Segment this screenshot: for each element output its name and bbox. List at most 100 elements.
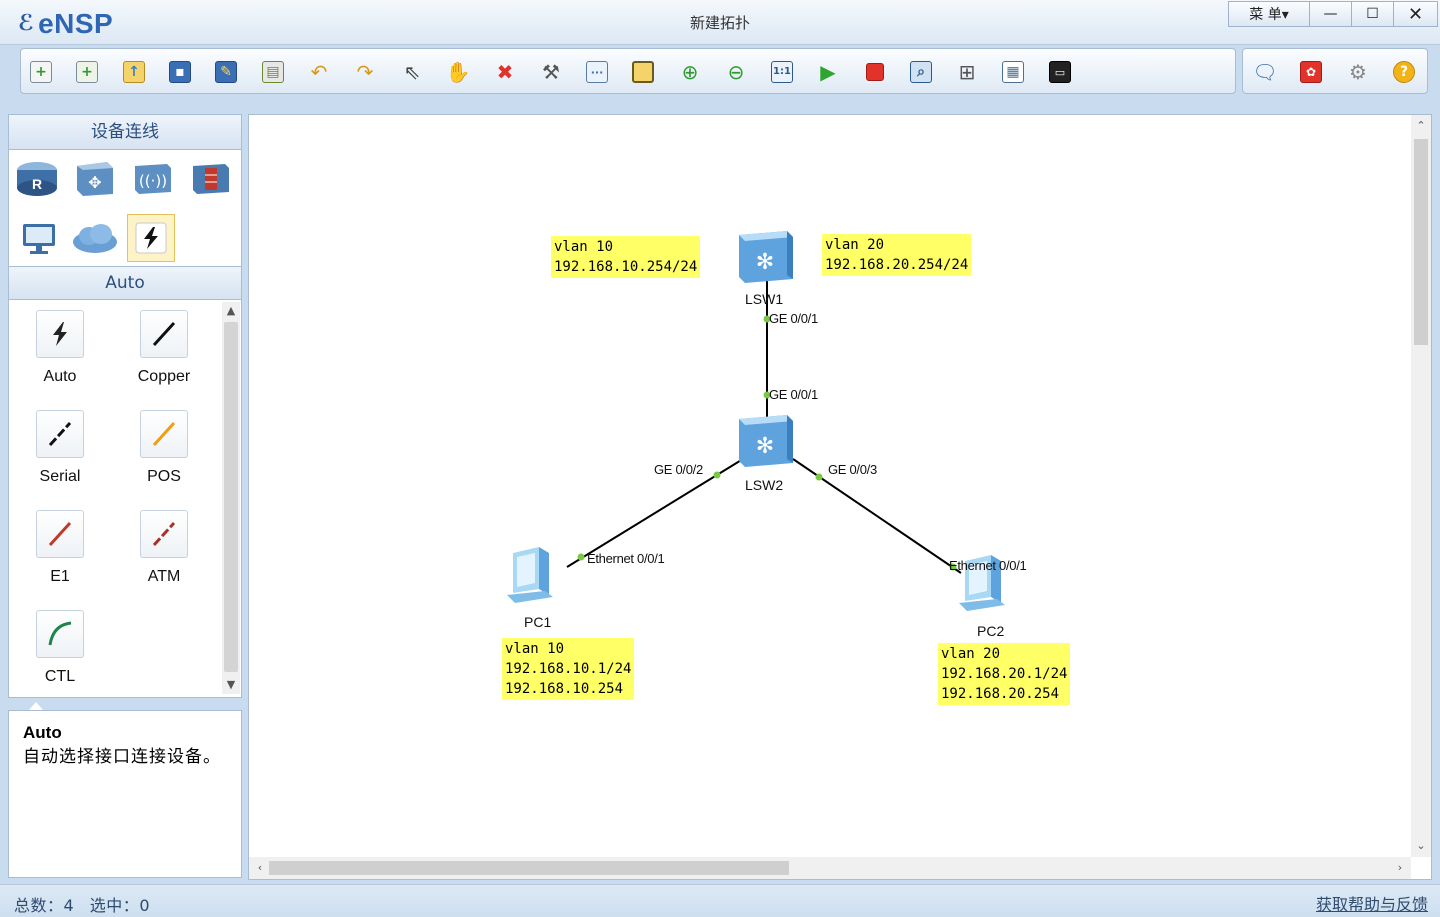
cable-item-auto[interactable]: Auto bbox=[15, 310, 105, 386]
monitor-icon bbox=[23, 224, 55, 254]
fit-view-button[interactable]: 1:1 bbox=[768, 58, 796, 86]
cable-label: Auto bbox=[43, 368, 77, 385]
pan-button[interactable]: ✋ bbox=[444, 58, 472, 86]
device-label-pc2[interactable]: PC2 bbox=[977, 623, 1004, 639]
stop-device-button[interactable] bbox=[861, 58, 889, 86]
feedback-button[interactable]: 🗨 bbox=[1251, 58, 1279, 86]
port-dot bbox=[815, 473, 823, 481]
cable-item-serial[interactable]: Serial bbox=[15, 410, 105, 486]
menu-button[interactable]: 菜 单▾ bbox=[1228, 1, 1310, 27]
hand-icon: ✋ bbox=[445, 60, 471, 84]
port-dot bbox=[577, 553, 585, 561]
e1-cable-icon bbox=[36, 510, 84, 558]
open-folder-icon: ↑ bbox=[123, 61, 145, 83]
canvas-horizontal-scrollbar[interactable]: ‹ › bbox=[249, 857, 1411, 879]
scrollbar-thumb[interactable] bbox=[269, 861, 789, 875]
note-vlan20-gateway[interactable]: vlan 20 192.168.20.254/24 bbox=[822, 234, 972, 276]
maximize-button[interactable]: ☐ bbox=[1352, 1, 1394, 27]
scroll-down-icon[interactable]: ⌄ bbox=[1412, 837, 1430, 855]
huawei-logo-icon: ✿ bbox=[1300, 61, 1322, 83]
port-label-lsw1-ge001: GE 0/0/1 bbox=[769, 311, 818, 326]
huawei-button[interactable]: ✿ bbox=[1297, 58, 1325, 86]
port-label-lsw2-ge001: GE 0/0/1 bbox=[769, 387, 818, 402]
serial-cable-icon bbox=[36, 410, 84, 458]
delete-link-button[interactable]: ⚒ bbox=[537, 58, 565, 86]
scrollbar-thumb[interactable] bbox=[224, 322, 238, 672]
device-label-lsw1[interactable]: LSW1 bbox=[745, 291, 783, 307]
note-pc1-config[interactable]: vlan 10 192.168.10.1/24 192.168.10.254 bbox=[502, 638, 635, 700]
cable-list-scrollbar[interactable]: ▲ ▼ bbox=[222, 302, 240, 694]
text-note-icon: ··· bbox=[586, 61, 608, 83]
window-title: 新建拓扑 bbox=[689, 14, 750, 32]
capture-button[interactable]: ⌕ bbox=[907, 58, 935, 86]
port-dot bbox=[713, 471, 721, 479]
atm-cable-icon bbox=[140, 510, 188, 558]
cloud-category[interactable] bbox=[71, 214, 119, 262]
cable-label: CTL bbox=[44, 668, 76, 685]
rectangle-button[interactable] bbox=[629, 58, 657, 86]
scroll-up-icon[interactable]: ⌃ bbox=[1412, 117, 1430, 135]
cable-description: Auto 自动选择接口连接设备。 bbox=[8, 710, 242, 878]
firewall-category[interactable] bbox=[187, 154, 235, 202]
device-panel-header: 设备连线 bbox=[8, 114, 242, 150]
minimize-button[interactable]: — bbox=[1310, 1, 1352, 27]
table-view-button[interactable]: ▦ bbox=[999, 58, 1027, 86]
cable-label: Serial bbox=[39, 468, 81, 485]
connection-category[interactable] bbox=[127, 214, 175, 262]
open-button[interactable]: ↑ bbox=[120, 58, 148, 86]
gear-icon: ⚙ bbox=[1349, 60, 1367, 84]
print-button[interactable]: ▤ bbox=[259, 58, 287, 86]
cable-label: ATM bbox=[147, 568, 181, 585]
close-button[interactable]: ✕ bbox=[1394, 1, 1438, 27]
total-label: 总数： bbox=[14, 896, 64, 915]
cable-item-copper[interactable]: Copper bbox=[119, 310, 209, 386]
scroll-down-icon[interactable]: ▼ bbox=[222, 676, 240, 694]
fit-view-icon: 1:1 bbox=[771, 61, 793, 83]
pc-category[interactable] bbox=[15, 214, 63, 262]
cable-item-pos[interactable]: POS bbox=[119, 410, 209, 486]
canvas-vertical-scrollbar[interactable]: ⌃ ⌄ bbox=[1411, 115, 1431, 857]
settings-button[interactable]: ⚙ bbox=[1344, 58, 1372, 86]
port-label-lsw2-ge002: GE 0/0/2 bbox=[654, 462, 703, 477]
scroll-up-icon[interactable]: ▲ bbox=[222, 302, 240, 320]
note-pc2-config[interactable]: vlan 20 192.168.20.1/24 192.168.20.254 bbox=[938, 643, 1071, 705]
delete-button[interactable]: ✖ bbox=[491, 58, 519, 86]
topology-canvas[interactable]: ✻ ✻ LSW1 LSW2 PC1 PC2 GE 0/0/1 GE 0/0/1 … bbox=[248, 114, 1432, 880]
cable-item-e1[interactable]: E1 bbox=[15, 510, 105, 586]
new-from-template-button[interactable]: + bbox=[73, 58, 101, 86]
scroll-right-icon[interactable]: › bbox=[1391, 859, 1409, 877]
stop-icon bbox=[866, 63, 884, 81]
wireless-category[interactable]: ((·)) bbox=[129, 154, 177, 202]
console-button[interactable]: ▭ bbox=[1046, 58, 1074, 86]
scroll-left-icon[interactable]: ‹ bbox=[251, 859, 269, 877]
undo-button[interactable]: ↶ bbox=[305, 58, 333, 86]
capture-icon: ⌕ bbox=[910, 61, 932, 83]
print-icon: ▤ bbox=[262, 61, 284, 83]
cable-item-ctl[interactable]: CTL bbox=[15, 610, 105, 686]
device-label-lsw2[interactable]: LSW2 bbox=[745, 477, 783, 493]
save-button[interactable]: ▪ bbox=[166, 58, 194, 86]
help-feedback-link[interactable]: 获取帮助与反馈 bbox=[1316, 891, 1428, 915]
switch-category[interactable]: ✥ bbox=[71, 154, 119, 202]
wireless-icon: ((·)) bbox=[135, 164, 171, 194]
device-label-pc1[interactable]: PC1 bbox=[524, 614, 551, 630]
play-icon: ▶ bbox=[820, 60, 836, 84]
select-button[interactable]: ⇖ bbox=[398, 58, 426, 86]
status-counts: 总数：4 选中：0 bbox=[14, 892, 150, 916]
switch-category-icon: ✥ bbox=[77, 162, 113, 196]
note-vlan10-gateway[interactable]: vlan 10 192.168.10.254/24 bbox=[551, 236, 701, 278]
save-as-icon: ✎ bbox=[215, 61, 237, 83]
redo-button[interactable]: ↷ bbox=[351, 58, 379, 86]
new-topology-button[interactable]: + bbox=[27, 58, 55, 86]
start-device-button[interactable]: ▶ bbox=[814, 58, 842, 86]
cable-item-atm[interactable]: ATM bbox=[119, 510, 209, 586]
save-as-button[interactable]: ✎ bbox=[212, 58, 240, 86]
text-note-button[interactable]: ··· bbox=[583, 58, 611, 86]
router-category[interactable]: R bbox=[13, 154, 61, 202]
topology-view-button[interactable]: ⊞ bbox=[953, 58, 981, 86]
help-button[interactable]: ? bbox=[1390, 58, 1418, 86]
zoom-in-button[interactable]: ⊕ bbox=[676, 58, 704, 86]
auto-cable-icon bbox=[36, 310, 84, 358]
scrollbar-thumb[interactable] bbox=[1414, 139, 1428, 345]
zoom-out-button[interactable]: ⊖ bbox=[722, 58, 750, 86]
